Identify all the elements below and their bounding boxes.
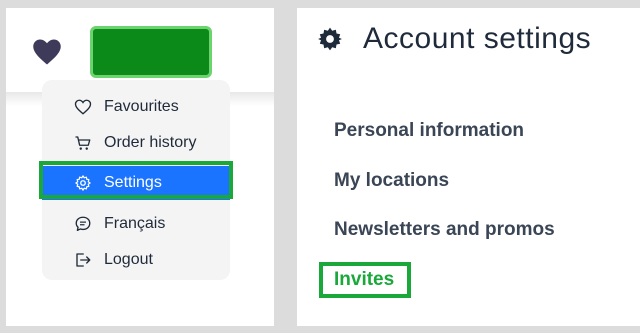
menu-item-logout[interactable]: Logout (42, 243, 230, 277)
page-header: Account settings (317, 22, 591, 56)
menu-item-order-history[interactable]: Order history (42, 126, 230, 160)
link-newsletters-and-promos[interactable]: Newsletters and promos (334, 219, 555, 241)
account-dropdown-menu: Favourites Order history Settings França… (42, 80, 230, 280)
link-my-locations[interactable]: My locations (334, 170, 449, 192)
menu-item-label: Order history (104, 134, 197, 151)
account-button[interactable] (90, 26, 212, 78)
menu-item-settings[interactable]: Settings (42, 166, 230, 200)
cart-icon (75, 136, 91, 150)
account-settings-panel: Account settings Personal information My… (297, 8, 640, 326)
heart-outline-icon (74, 99, 92, 115)
favourites-heart-icon[interactable] (32, 38, 62, 66)
logout-icon (76, 253, 91, 267)
menu-item-label: Settings (104, 174, 162, 191)
menu-item-label: Favourites (104, 98, 179, 115)
page-title: Account settings (363, 22, 592, 55)
gear-icon (318, 27, 342, 51)
menu-item-label: Français (104, 215, 166, 232)
menu-item-language[interactable]: Français (42, 207, 230, 241)
speech-bubble-icon (75, 216, 91, 232)
menu-item-favourites[interactable]: Favourites (42, 90, 230, 124)
menu-item-label: Logout (104, 251, 153, 268)
gear-icon (75, 175, 91, 191)
link-invites[interactable]: Invites (334, 269, 394, 291)
link-personal-information[interactable]: Personal information (334, 120, 524, 142)
profile-menu-panel: Favourites Order history Settings França… (6, 8, 274, 326)
